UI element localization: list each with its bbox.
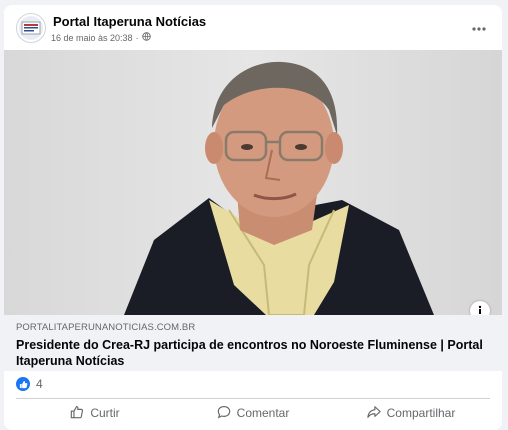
comment-button[interactable]: Comentar [174, 401, 332, 425]
share-icon [366, 405, 381, 422]
like-button[interactable]: Curtir [16, 401, 174, 425]
post-card: Portal Itaperuna Notícias 16 de maio às … [4, 5, 502, 430]
thumbs-up-icon [70, 405, 84, 422]
post-meta: 16 de maio às 20:38 · [51, 32, 151, 43]
post-image[interactable] [4, 50, 502, 315]
link-title[interactable]: Presidente do Crea-RJ participa de encon… [16, 337, 486, 369]
post-header: Portal Itaperuna Notícias 16 de maio às … [4, 5, 502, 50]
share-label: Compartilhar [386, 406, 456, 420]
page-name[interactable]: Portal Itaperuna Notícias [53, 14, 206, 29]
post-timestamp[interactable]: 16 de maio às 20:38 [51, 33, 133, 43]
reaction-count: 4 [36, 377, 43, 391]
share-button[interactable]: Compartilhar [332, 401, 490, 425]
reactions-summary[interactable]: 4 [16, 376, 43, 392]
like-label: Curtir [90, 406, 120, 420]
link-domain: PORTALITAPERUNANOTICIAS.COM.BR [16, 322, 196, 333]
more-options-button[interactable] [468, 17, 490, 37]
post-actions: Curtir Comentar Compartilhar [16, 401, 490, 425]
page-avatar[interactable] [16, 13, 46, 43]
meta-separator: · [135, 32, 139, 43]
comment-label: Comentar [236, 406, 290, 420]
actions-divider [16, 398, 490, 399]
like-icon [16, 377, 30, 391]
more-horizontal-icon [472, 18, 486, 36]
globe-icon[interactable] [141, 32, 151, 43]
comment-icon [217, 405, 231, 422]
link-preview[interactable]: PORTALITAPERUNANOTICIAS.COM.BR President… [4, 315, 502, 371]
